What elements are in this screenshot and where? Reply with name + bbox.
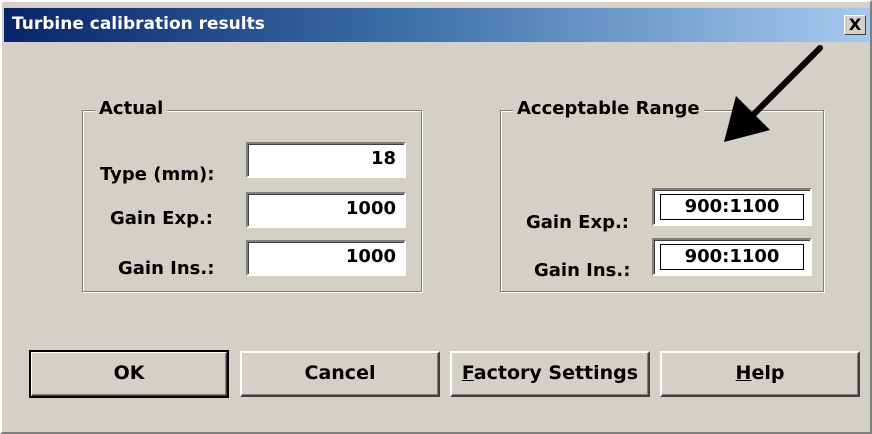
cancel-button[interactable]: Cancel bbox=[240, 351, 440, 397]
close-button[interactable]: X bbox=[844, 15, 866, 35]
range-group-legend: Acceptable Range bbox=[513, 98, 704, 119]
type-label: Type (mm): bbox=[100, 164, 215, 185]
actual-group-legend: Actual bbox=[95, 98, 168, 119]
range-gain-exp-label: Gain Exp.: bbox=[526, 212, 629, 233]
help-label: elp bbox=[751, 362, 785, 384]
range-gain-ins-value: 900:1100 bbox=[660, 244, 804, 270]
dialog-window: Turbine calibration results X Actual Typ… bbox=[0, 0, 872, 434]
range-gain-exp-value: 900:1100 bbox=[660, 194, 804, 220]
window-title: Turbine calibration results bbox=[12, 14, 265, 34]
ok-button[interactable]: OK bbox=[29, 350, 229, 398]
factory-settings-button[interactable]: Factory Settings bbox=[450, 351, 650, 397]
range-gain-ins-label: Gain Ins.: bbox=[534, 260, 631, 281]
actual-gain-ins-field[interactable]: 1000 bbox=[246, 240, 406, 276]
factory-settings-label: actory Settings bbox=[473, 362, 639, 384]
arrow-icon bbox=[724, 45, 823, 142]
actual-gain-ins-label: Gain Ins.: bbox=[118, 258, 215, 279]
help-mnemonic: H bbox=[735, 362, 752, 384]
factory-settings-mnemonic: F bbox=[461, 362, 474, 384]
type-field[interactable]: 18 bbox=[246, 142, 406, 178]
help-button[interactable]: Help bbox=[660, 351, 860, 397]
range-gain-ins-field[interactable]: 900:1100 bbox=[652, 238, 812, 276]
title-bar[interactable]: Turbine calibration results X bbox=[4, 8, 870, 42]
actual-gain-exp-label: Gain Exp.: bbox=[110, 208, 213, 229]
actual-gain-exp-field[interactable]: 1000 bbox=[246, 192, 406, 228]
range-gain-exp-field[interactable]: 900:1100 bbox=[652, 188, 812, 226]
